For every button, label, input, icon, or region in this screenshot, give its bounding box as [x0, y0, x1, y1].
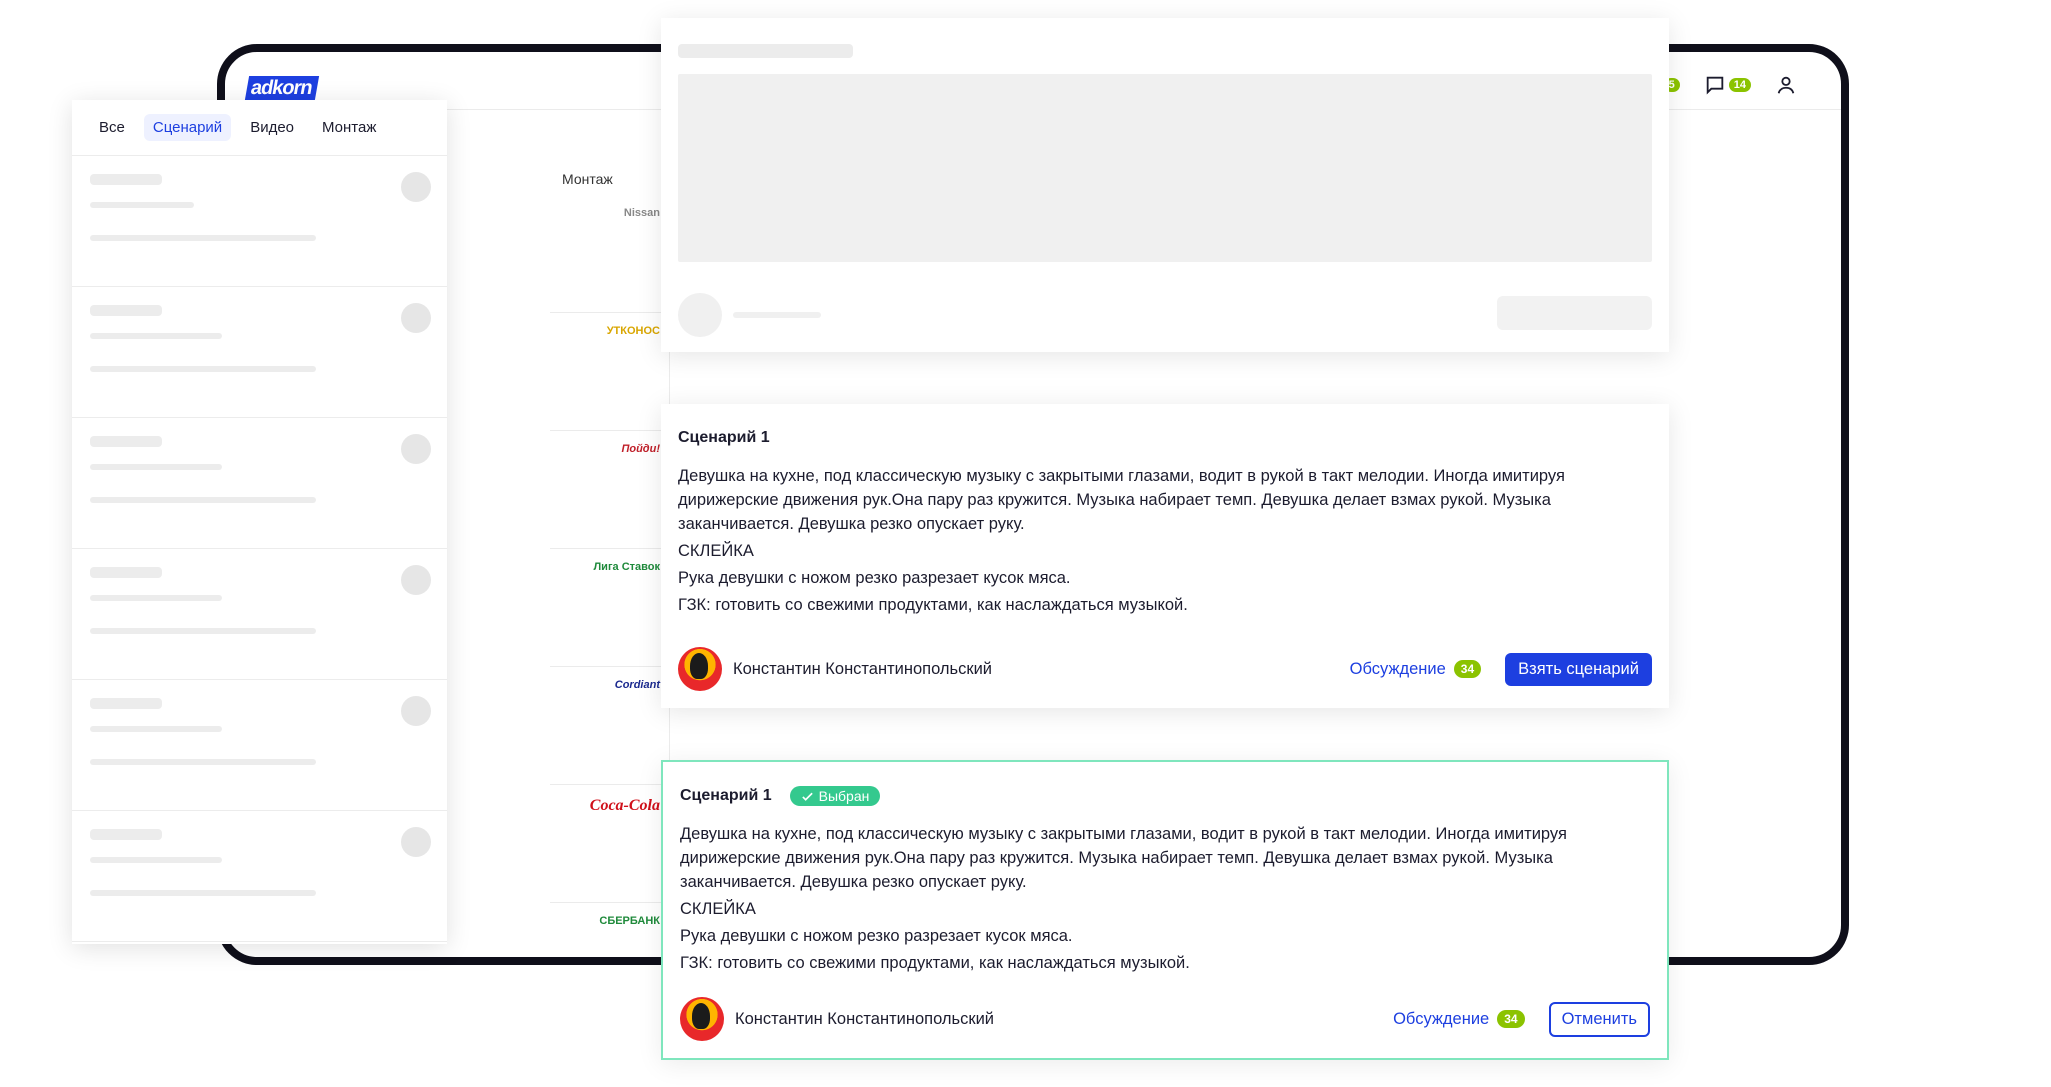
skeleton-title	[678, 44, 853, 58]
skeleton-line	[90, 174, 162, 185]
skeleton-line	[90, 366, 316, 372]
scenario-title: Сценарий 1	[680, 787, 772, 804]
brand-row[interactable]: Coca-Cola	[550, 785, 670, 903]
avatar[interactable]	[678, 647, 722, 691]
skeleton-line	[90, 857, 222, 863]
scenario-paragraph: ГЗК: готовить со свежими продуктами, как…	[678, 596, 1188, 614]
profile-button[interactable]	[1775, 74, 1797, 96]
brand-logo: СБЕРБАНК	[599, 915, 660, 927]
list-item-skeleton[interactable]	[72, 418, 447, 549]
tab-all[interactable]: Все	[90, 114, 134, 141]
user-icon	[1777, 76, 1795, 94]
avatar[interactable]	[680, 997, 724, 1041]
list-item-skeleton[interactable]	[72, 811, 447, 942]
tab-video[interactable]: Видео	[241, 114, 303, 141]
skeleton-avatar	[678, 293, 722, 337]
take-scenario-button[interactable]: Взять сценарий	[1505, 652, 1652, 686]
skeleton-line	[733, 312, 821, 318]
card-header: Сценарий 1	[678, 426, 1652, 450]
skeleton-line	[90, 436, 162, 447]
skeleton-avatar	[401, 303, 431, 333]
discussion-count: 34	[1453, 660, 1482, 678]
chat-icon	[1706, 76, 1723, 95]
brand-row[interactable]: Пойди!	[550, 431, 670, 549]
author-name[interactable]: Константин Константинопольский	[733, 660, 992, 679]
messages-button[interactable]: 14	[1704, 74, 1751, 96]
card-footer: Константин Константинопольский Обсуждени…	[678, 647, 1652, 691]
skeleton-avatar	[401, 696, 431, 726]
stage: adkorn 5 14 Монтаж Nissan УТКОНОС Пойди!…	[0, 0, 2051, 1087]
skeleton-line	[90, 333, 222, 339]
brand-column-header: Монтаж	[562, 171, 613, 187]
scenario-paragraph: ГЗК: готовить со свежими продуктами, как…	[680, 954, 1190, 972]
tab-scenario[interactable]: Сценарий	[143, 114, 232, 141]
skeleton-line	[90, 890, 316, 896]
scenario-paragraph: Рука девушки с ножом резко разрезает кус…	[678, 569, 1071, 587]
skeleton-line	[90, 202, 194, 208]
skeleton-line	[90, 595, 222, 601]
discussion-label: Обсуждение	[1393, 1009, 1490, 1028]
author-name[interactable]: Константин Константинопольский	[735, 1010, 994, 1029]
scenario-title: Сценарий 1	[678, 429, 770, 446]
list-item-skeleton[interactable]	[72, 680, 447, 811]
brand-column: Монтаж Nissan УТКОНОС Пойди! Лига Ставок…	[550, 111, 670, 957]
brand-row[interactable]: Cordiant	[550, 667, 670, 785]
skeleton-line	[90, 305, 162, 316]
skeleton-media	[678, 74, 1652, 262]
skeleton-button	[1497, 296, 1652, 330]
brand-logo: Nissan	[623, 207, 660, 219]
list-item-skeleton[interactable]	[72, 156, 447, 287]
scenario-paragraph: СКЛЕЙКА	[678, 542, 754, 560]
skeleton-avatar	[401, 434, 431, 464]
discussion-link[interactable]: Обсуждение 34	[1350, 660, 1482, 679]
skeleton-line	[90, 759, 316, 765]
skeleton-avatar	[401, 172, 431, 202]
scenario-paragraph: СКЛЕЙКА	[680, 900, 756, 918]
scenario-paragraph: Девушка на кухне, под классическую музык…	[680, 825, 1567, 891]
brand-logo: Coca-Cola	[589, 797, 660, 814]
selected-badge-label: Выбран	[818, 788, 870, 804]
selected-badge: Выбран	[789, 786, 881, 806]
skeleton-avatar	[401, 565, 431, 595]
skeleton-line	[90, 628, 316, 634]
skeleton-line	[90, 235, 316, 241]
loading-card-skeleton	[661, 18, 1669, 352]
app-logo[interactable]: adkorn	[244, 76, 320, 100]
list-item-skeleton[interactable]	[72, 287, 447, 418]
scenario-paragraph: Девушка на кухне, под классическую музык…	[678, 467, 1565, 533]
skeleton-line	[90, 497, 316, 503]
brand-logo: Пойди!	[621, 443, 660, 455]
brand-row[interactable]: СБЕРБАНК	[550, 903, 670, 957]
card-footer: Константин Константинопольский Обсуждени…	[680, 997, 1650, 1041]
list-item-skeleton[interactable]	[72, 549, 447, 680]
scenario-card: Сценарий 1 Девушка на кухне, под классич…	[661, 404, 1669, 708]
brand-row[interactable]: УТКОНОС	[550, 313, 670, 431]
filter-tabs: Все Сценарий Видео Монтаж	[72, 100, 447, 156]
discussion-link[interactable]: Обсуждение 34	[1393, 1010, 1525, 1029]
card-header: Сценарий 1 Выбран	[680, 784, 1650, 808]
skeleton-avatar	[401, 827, 431, 857]
skeleton-line	[90, 726, 222, 732]
skeleton-line	[90, 464, 222, 470]
scenario-paragraph: Рука девушки с ножом резко разрезает кус…	[680, 927, 1073, 945]
brand-logo: Лига Ставок	[593, 561, 660, 573]
brand-row[interactable]: Nissan	[550, 195, 670, 313]
brand-row[interactable]: Лига Ставок	[550, 549, 670, 667]
skeleton-line	[90, 567, 162, 578]
scenario-list-panel: Все Сценарий Видео Монтаж	[72, 100, 447, 944]
skeleton-line	[90, 829, 162, 840]
discussion-count: 34	[1497, 1010, 1525, 1028]
scenario-description: Девушка на кухне, под классическую музык…	[680, 822, 1650, 975]
brand-logo: Cordiant	[614, 679, 660, 691]
tab-editing[interactable]: Монтаж	[313, 114, 385, 141]
scenario-card-selected: Сценарий 1 Выбран Девушка на кухне, под …	[661, 760, 1669, 1060]
cancel-button[interactable]: Отменить	[1548, 1001, 1650, 1037]
check-icon	[801, 792, 813, 801]
discussion-label: Обсуждение	[1349, 659, 1446, 678]
messages-count: 14	[1728, 78, 1751, 92]
scenario-description: Девушка на кухне, под классическую музык…	[678, 464, 1652, 617]
skeleton-line	[90, 698, 162, 709]
brand-logo: УТКОНОС	[606, 325, 660, 337]
